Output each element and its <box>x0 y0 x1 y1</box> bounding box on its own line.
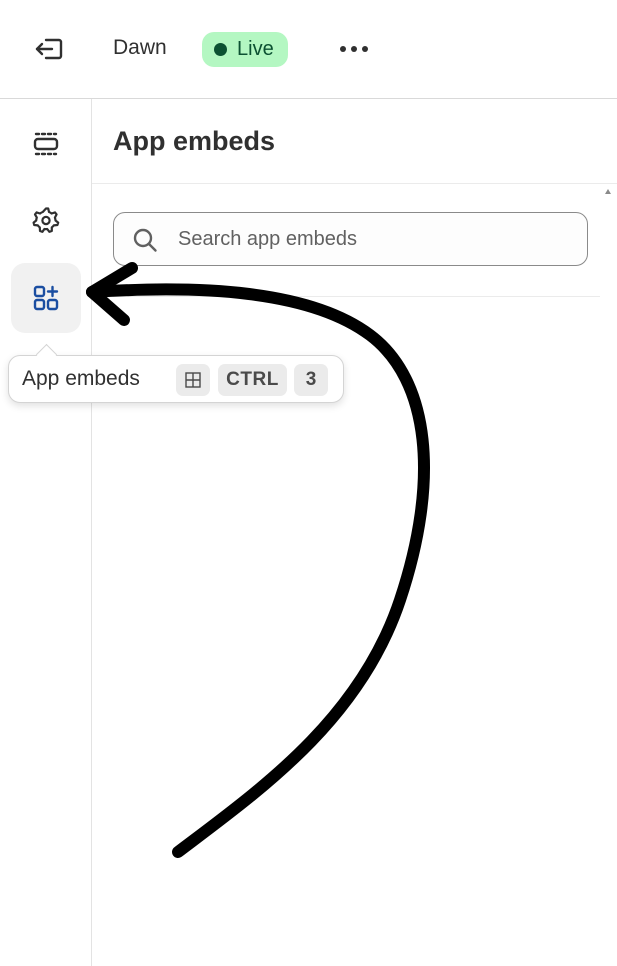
windows-key-icon <box>185 372 201 388</box>
shortcut-key-number: 3 <box>294 364 328 396</box>
sidebar-item-settings[interactable] <box>11 185 81 255</box>
search-input[interactable] <box>178 223 568 255</box>
hand-drawn-arrow-annotation <box>86 262 430 858</box>
theme-editor: Dawn Live App embeds Search app embeds A… <box>0 0 617 966</box>
app-embeds-icon <box>33 285 59 311</box>
search-field[interactable] <box>113 212 588 266</box>
scroll-up-icon[interactable] <box>605 189 611 194</box>
shortcut-key-ctrl: CTRL <box>218 364 287 396</box>
more-actions-button[interactable] <box>332 30 376 68</box>
panel-divider <box>92 183 617 184</box>
status-badge-label: Live <box>237 38 274 60</box>
sidebar-item-sections[interactable] <box>11 109 81 179</box>
sections-icon <box>33 132 59 156</box>
sidebar-item-app-embeds[interactable] <box>11 263 81 333</box>
arrow-head <box>86 262 138 326</box>
more-horizontal-icon <box>340 46 368 52</box>
top-bar: Dawn Live <box>0 0 617 99</box>
gear-icon <box>32 207 60 233</box>
tooltip: App embeds CTRL 3 <box>8 343 344 403</box>
list-divider <box>113 296 600 297</box>
tooltip-label: App embeds <box>22 367 140 390</box>
shortcut-modifier-key <box>176 364 210 396</box>
sidebar-rail <box>0 99 92 966</box>
theme-name[interactable]: Dawn <box>113 34 167 62</box>
search-icon <box>133 228 157 252</box>
status-badge: Live <box>202 32 288 67</box>
panel-title: App embeds <box>113 126 276 156</box>
live-dot-icon <box>214 43 227 56</box>
exit-icon <box>35 38 63 60</box>
exit-button[interactable] <box>26 28 72 70</box>
